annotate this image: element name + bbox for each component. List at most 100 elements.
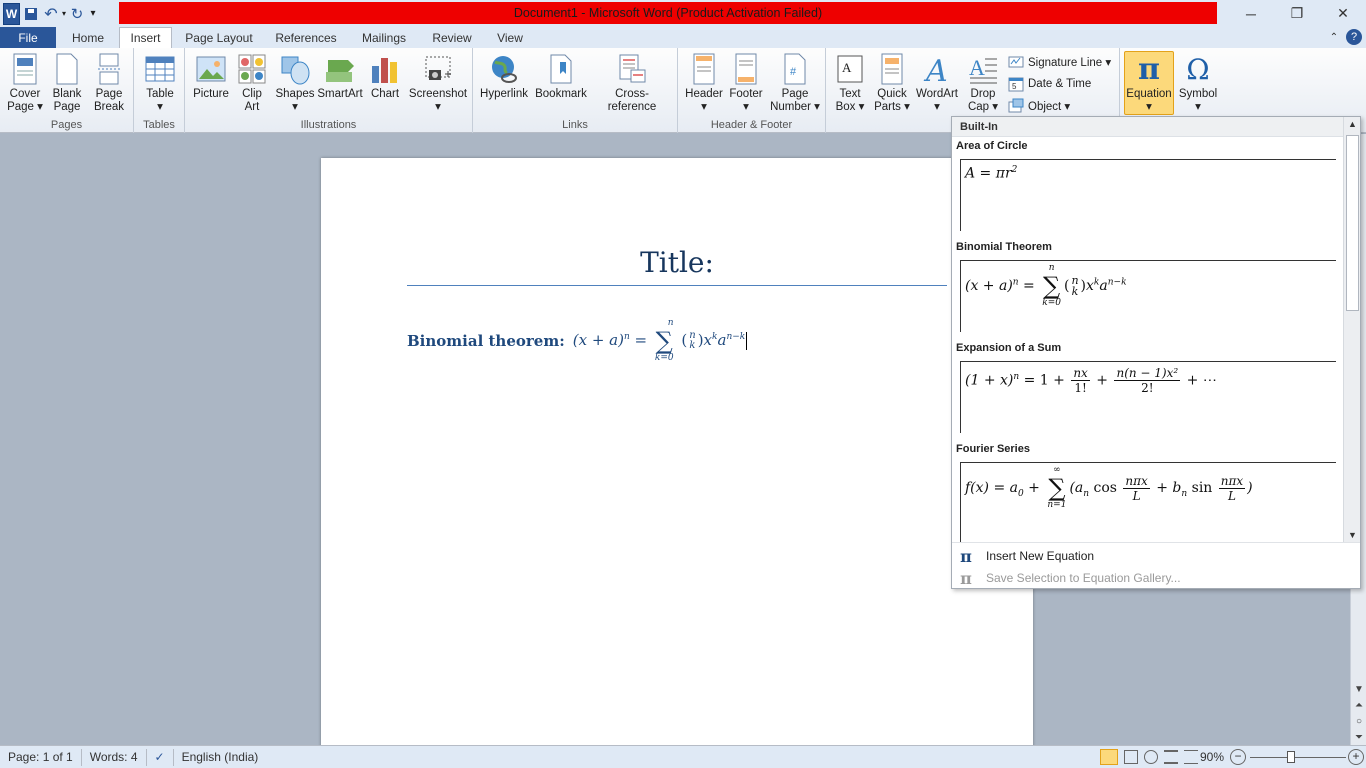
customize-qat-icon[interactable]: ▾ [86,3,100,25]
full-screen-reading-icon[interactable] [1124,750,1138,764]
gallery-scroll-up-icon[interactable]: ▲ [1344,119,1361,129]
insert-new-equation-item[interactable]: π Insert New Equation [952,545,1094,567]
object-button[interactable]: Object ▾ [1008,96,1070,116]
web-layout-icon[interactable] [1144,750,1158,764]
status-page[interactable]: Page: 1 of 1 [0,748,82,766]
gallery-item-title: Fourier Series [956,443,1030,455]
document-equation[interactable]: (x + a)n = n ∑ k=0 (n k)xkan−k [573,318,748,364]
quick-access-toolbar: W ↶ ▾ ↻ ▾ [0,0,100,27]
bookmark-icon [545,52,577,86]
undo-icon[interactable]: ↶ [42,3,60,25]
quick-parts-icon [876,52,908,86]
bookmark-button[interactable]: Bookmark [533,52,589,101]
shapes-button[interactable]: Shapes ▾ [273,52,317,114]
gallery-fourier-cos: cos [1089,480,1122,496]
equation-line[interactable]: Binomial theorem: (x + a)n = n ∑ k=0 (n k… [407,318,748,364]
gallery-fourier-open: (a [1069,480,1084,496]
quick-parts-button[interactable]: Quick Parts ▾ [872,52,912,114]
close-button[interactable]: ✕ [1320,0,1366,27]
gallery-exp-frac2-num: n(n − 1)x² [1114,366,1181,381]
previous-page-icon[interactable]: ⏶ [1351,700,1366,711]
pi-icon: π [960,546,972,566]
wordart-button[interactable]: A WordArt ▾ [914,52,960,114]
zoom-level[interactable]: 90% [1200,750,1224,764]
cover-page-icon [9,52,41,86]
outline-icon[interactable] [1164,750,1178,764]
status-language[interactable]: English (India) [174,749,267,766]
symbol-button[interactable]: Ω Symbol ▾ [1176,52,1220,114]
page-number-button[interactable]: # Page Number ▾ [770,52,820,114]
hyperlink-button[interactable]: Hyperlink [479,52,529,101]
screenshot-button[interactable]: Screenshot ▾ [407,52,469,114]
cross-reference-label: Cross-reference [607,88,657,113]
minimize-ribbon-icon[interactable]: ⌃ [1326,27,1342,48]
chart-button[interactable]: Chart [367,52,403,101]
gallery-fourier-plus: + [1023,480,1045,496]
group-links-label: Links [562,119,588,131]
clip-art-button[interactable]: Clip Art [233,52,271,114]
gallery-item-fourier-series[interactable]: f(x) = a0 + ∞ ∑ n=1 (an cos nπx L + bn sin n… [960,462,1336,542]
tab-view[interactable]: View [488,27,532,48]
signature-line-button[interactable]: Signature Line ▾ [1008,52,1111,72]
document-page[interactable]: Title: Binomial theorem: (x + a)n = n ∑ … [321,158,1033,745]
redo-icon[interactable]: ↻ [68,3,86,25]
browse-object-icon[interactable]: ○ [1351,716,1366,727]
svg-text:A: A [842,60,852,75]
next-page-icon[interactable]: ⏷ [1351,732,1366,743]
group-links: Hyperlink Bookmark Cross-reference Links [473,48,678,133]
restore-button[interactable]: ❐ [1274,0,1320,27]
status-words[interactable]: Words: 4 [82,748,147,766]
date-time-button[interactable]: 5 Date & Time [1008,74,1091,94]
document-title[interactable]: Title: [407,246,947,279]
page-break-label: Page Break [93,88,125,113]
undo-dropdown-icon[interactable]: ▾ [60,3,68,25]
gallery-fourier-sin: sin [1187,480,1217,496]
gallery-scrollbar[interactable]: ▲ ▼ [1343,117,1360,542]
proofing-icon[interactable]: ✓ [147,748,174,766]
save-icon[interactable] [20,3,42,25]
draft-icon[interactable] [1184,750,1198,764]
gallery-binom-sum-symbol: ∑ [1043,272,1061,300]
footer-button[interactable]: Footer ▾ [726,52,766,114]
tab-mailings[interactable]: Mailings [352,27,416,48]
gallery-item-area-of-circle[interactable]: A = πr2 [960,159,1336,231]
gallery-scroll-down-icon[interactable]: ▼ [1344,530,1361,540]
gallery-binom-coef: nk [1071,275,1078,297]
tab-references[interactable]: References [268,27,344,48]
tab-home[interactable]: Home [60,27,116,48]
gallery-scroll-thumb[interactable] [1346,135,1359,311]
header-button[interactable]: Header ▾ [682,52,726,114]
tab-insert[interactable]: Insert [119,27,172,48]
gallery-eq-binomial: (x + a)n = n ∑ k=0(n k)xkan−k [965,263,1127,308]
page-break-button[interactable]: Page Break [90,52,128,114]
zoom-out-button[interactable]: − [1230,749,1246,765]
drop-cap-button[interactable]: A Drop Cap ▾ [962,52,1004,114]
gallery-fourier-sum-bottom: n=1 [1047,500,1067,510]
tab-page-layout[interactable]: Page Layout [178,27,260,48]
print-layout-icon[interactable] [1100,749,1118,765]
gallery-fourier-lhs: f(x) = a [965,480,1018,496]
zoom-in-button[interactable]: + [1348,749,1364,765]
help-icon[interactable]: ? [1346,29,1362,45]
zoom-slider-thumb[interactable] [1287,751,1295,763]
text-box-button[interactable]: A Text Box ▾ [832,52,868,114]
cross-reference-icon [616,52,648,86]
tab-review[interactable]: Review [424,27,480,48]
shapes-icon [279,52,311,86]
word-logo-icon[interactable]: W [3,2,20,25]
tab-file[interactable]: File [0,27,56,48]
header-icon [688,52,720,86]
cover-page-button[interactable]: Cover Page ▾ [6,52,44,114]
equation-button[interactable]: π Equation ▾ [1124,51,1174,115]
zoom-slider[interactable] [1250,757,1346,758]
blank-page-button[interactable]: Blank Page [48,52,86,114]
title-bar: W ↶ ▾ ↻ ▾ Document1 - Microsoft Word (Pr… [0,0,1366,27]
gallery-item-expansion-of-sum[interactable]: (1 + x)n = 1 + nx 1! + n(n − 1)x² 2! + ⋯ [960,361,1336,433]
minimize-button[interactable]: ─ [1228,0,1274,27]
table-button[interactable]: Table ▾ [140,52,180,114]
smartart-button[interactable]: SmartArt [317,52,363,101]
scroll-down-icon[interactable]: ▼ [1351,684,1366,695]
cross-reference-button[interactable]: Cross-reference [591,52,673,114]
picture-button[interactable]: Picture [191,52,231,101]
gallery-item-binomial-theorem[interactable]: (x + a)n = n ∑ k=0(n k)xkan−k [960,260,1336,332]
